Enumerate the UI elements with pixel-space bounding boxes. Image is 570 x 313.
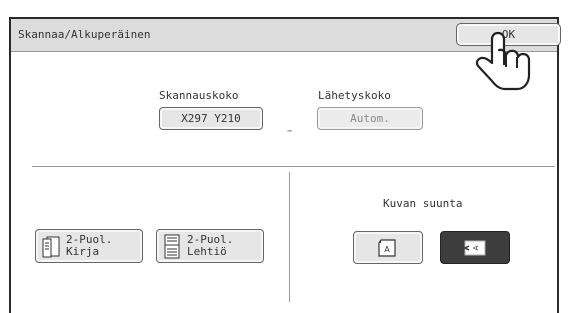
image-orientation-label: Kuvan suunta xyxy=(383,197,463,210)
portrait-letter: A xyxy=(384,245,390,254)
vertical-divider xyxy=(289,172,290,302)
scan-size-button[interactable]: X297 Y210 xyxy=(159,107,263,130)
panel-title: Skannaa/Alkuperäinen xyxy=(18,28,151,41)
duplex-book-button[interactable]: 2-Puol. Kirja xyxy=(35,229,143,263)
send-size-label: Lähetyskoko xyxy=(318,89,391,102)
landscape-page-icon: A xyxy=(463,240,486,256)
duplex-book-line2: Kirja xyxy=(66,245,100,258)
duplex-tablet-line2: Lehtiö xyxy=(187,245,227,258)
send-size-button[interactable]: Autom. xyxy=(317,107,423,130)
tablet-icon xyxy=(164,234,180,259)
scan-size-label: Skannauskoko xyxy=(159,89,239,102)
landscape-letter: A xyxy=(472,245,480,250)
horizontal-divider xyxy=(32,166,555,167)
duplex-tablet-button[interactable]: 2-Puol. Lehtiö xyxy=(156,229,264,263)
pointing-hand-icon xyxy=(475,31,531,91)
portrait-page-icon: A xyxy=(378,239,396,257)
orientation-landscape-button[interactable]: A xyxy=(440,231,510,264)
arrow-right-icon: ➡ xyxy=(287,127,293,137)
book-icon xyxy=(42,236,60,258)
orientation-portrait-button[interactable]: A xyxy=(353,231,423,264)
